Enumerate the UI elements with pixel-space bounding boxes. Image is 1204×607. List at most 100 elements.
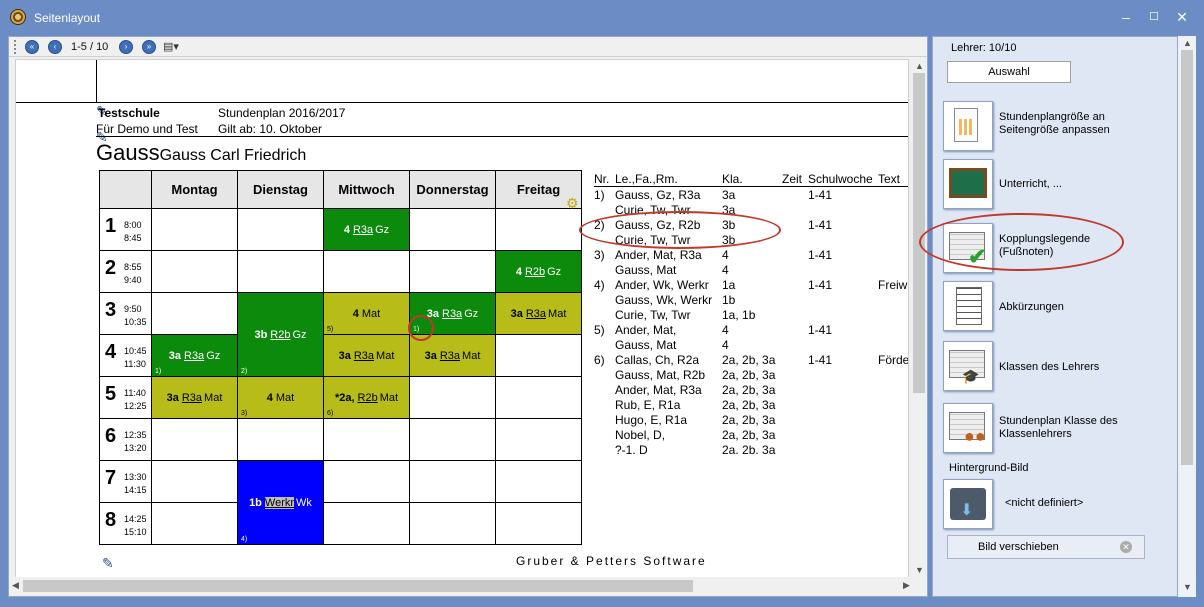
legend-lfr: Gauss, Gz, R3a	[615, 188, 701, 202]
legend-kla: 2a, 2b, 3a	[722, 398, 776, 412]
timetable-cell	[151, 460, 238, 503]
period-header: 3 9:50 10:35	[99, 292, 152, 335]
period-header: 2 8:55 9:40	[99, 250, 152, 293]
scroll-left-icon[interactable]: ◀	[12, 580, 19, 591]
background-image-button[interactable]: ⬇	[943, 479, 993, 529]
prev-page-icon[interactable]: ‹	[48, 40, 62, 54]
lesson-cell[interactable]: 3a R3a Mat	[323, 334, 410, 377]
layout-page: ✎ Testschule Für Demo und Test Stundenpl…	[15, 59, 909, 579]
scroll-right-icon[interactable]: ▶	[903, 580, 910, 591]
page-menu-icon[interactable]: ▤▾	[163, 40, 179, 53]
period-time: 8:55 9:40	[124, 262, 142, 285]
footnote-marker: 5)	[327, 326, 334, 333]
legend-lfr: Ander, Wk, Werkr	[615, 278, 709, 292]
class-teacher-plan-button[interactable]: ●●	[943, 403, 993, 453]
timetable-cell	[323, 250, 410, 293]
vertical-scrollbar[interactable]: ▲ ▼	[911, 59, 927, 579]
lesson-cell[interactable]: *2a, R2b Mat 6)	[323, 376, 410, 419]
timetable-cell	[151, 418, 238, 461]
legend-woche: 1-41	[808, 188, 833, 202]
pencil-icon[interactable]: ✎	[102, 556, 116, 570]
period-number: 4	[105, 341, 117, 363]
timetable-cell	[151, 250, 238, 293]
toolbar-grip[interactable]	[14, 40, 17, 54]
day-header: Dienstag	[237, 170, 324, 209]
teacher-full-name: Gauss Carl Friedrich	[159, 147, 307, 164]
status-bar	[0, 597, 1204, 607]
school-name: Testschule	[98, 106, 160, 120]
lesson-cell[interactable]: 4 Mat 3)	[237, 376, 324, 419]
legend-nr: 4)	[594, 278, 605, 292]
lesson-cell[interactable]: 3a R3a Gz 1)	[151, 334, 238, 377]
scroll-down-icon[interactable]: ▼	[1183, 582, 1192, 592]
legend-kla: 1a, 1b	[722, 308, 756, 322]
lesson-cell[interactable]: 3a R3a Mat	[495, 292, 582, 335]
lesson-cell[interactable]: 4 Mat 5)	[323, 292, 410, 335]
gear-icon[interactable]: ⚙	[566, 195, 579, 212]
lessons-button[interactable]	[943, 159, 993, 209]
scrollbar-thumb[interactable]	[1181, 50, 1193, 465]
timetable-cell	[151, 208, 238, 251]
fit-to-page-button[interactable]	[943, 101, 993, 151]
footnote-marker: 6)	[327, 410, 334, 417]
period-header: 5 11:40 12:25	[99, 376, 152, 419]
horizontal-scrollbar[interactable]: ◀ ▶	[9, 577, 927, 595]
timetable-cell	[495, 376, 582, 419]
legend-lfr: Ander, Mat, R3a	[615, 383, 702, 397]
school-subtitle: Für Demo und Test	[96, 122, 198, 136]
lesson-cell[interactable]: 4 R2b Gz	[495, 250, 582, 293]
page-divider-top	[16, 102, 908, 103]
teacher-classes-button[interactable]: 🎓	[943, 341, 993, 391]
scrollbar-thumb[interactable]	[23, 580, 693, 592]
period-header: 8 14:25 15:10	[99, 502, 152, 545]
timetable-cell	[409, 250, 496, 293]
legend-lfr: Gauss, Wk, Werkr	[615, 293, 713, 307]
day-header: Mittwoch	[323, 170, 410, 209]
move-image-button[interactable]: Bild verschieben ✕	[947, 535, 1145, 559]
document-resize-icon	[954, 108, 978, 142]
timetable-cell	[495, 334, 582, 377]
next-page-icon[interactable]: ›	[119, 40, 133, 54]
legend-nr: 3)	[594, 248, 605, 262]
people-icon: ●●	[964, 426, 986, 446]
close-button[interactable]: ✕	[1172, 8, 1192, 26]
timetable-cell	[409, 376, 496, 419]
plan-name: Stundenplan 2016/2017	[218, 106, 346, 120]
clear-icon[interactable]: ✕	[1120, 541, 1132, 553]
lesson-cell[interactable]: 4 R3a Gz	[323, 208, 410, 251]
legend-kla: 1a	[722, 278, 736, 292]
legend-kla: 4	[722, 323, 729, 337]
legend-lfr: Gauss, Mat, R2b	[615, 368, 706, 382]
lesson-cell[interactable]: 3a R3a Mat	[151, 376, 238, 419]
class-teacher-plan-label: Stundenplan Klasse des Klassenlehrers	[999, 415, 1118, 440]
window-title: Seitenlayout	[34, 11, 101, 25]
app-icon[interactable]	[10, 9, 26, 25]
legend-lfr: Gauss, Mat	[615, 263, 677, 277]
list-icon	[956, 287, 982, 325]
timetable-cell	[495, 460, 582, 503]
abbreviations-button[interactable]	[943, 281, 993, 331]
lesson-cell[interactable]: 3b R2b Gz 2)	[237, 292, 324, 377]
period-header: 7 13:30 14:15	[99, 460, 152, 503]
scroll-up-icon[interactable]: ▲	[915, 61, 924, 71]
panel-scrollbar[interactable]: ▲ ▼	[1178, 36, 1196, 597]
period-number: 1	[105, 215, 117, 237]
lessons-label: Unterricht, ...	[999, 178, 1062, 190]
minimize-button[interactable]: –	[1116, 8, 1136, 26]
lesson-cell[interactable]: 1b Werkr Wk 4)	[237, 460, 324, 545]
legend-header-time: Zeit	[782, 172, 803, 186]
teacher-count: Lehrer: 10/10	[951, 42, 1017, 54]
maximize-button[interactable]: ☐	[1144, 8, 1164, 26]
period-header: 1 8:00 8:45	[99, 208, 152, 251]
scroll-down-icon[interactable]: ▼	[915, 565, 924, 575]
scroll-up-icon[interactable]: ▲	[1183, 38, 1192, 48]
period-time: 14:25 15:10	[124, 514, 147, 537]
first-page-icon[interactable]: «	[25, 40, 39, 54]
legend-woche: 1-41	[808, 218, 833, 232]
selection-button[interactable]: Auswahl	[947, 61, 1071, 83]
last-page-icon[interactable]: »	[142, 40, 156, 54]
legend-lfr: Nobel, D,	[615, 428, 666, 442]
preview-pane: « ‹ 1-5 / 10 › » ▤▾ ✎ Testschule Für Dem…	[8, 36, 928, 597]
timetable-cell	[323, 460, 410, 503]
footnote-marker: 2)	[241, 368, 248, 375]
